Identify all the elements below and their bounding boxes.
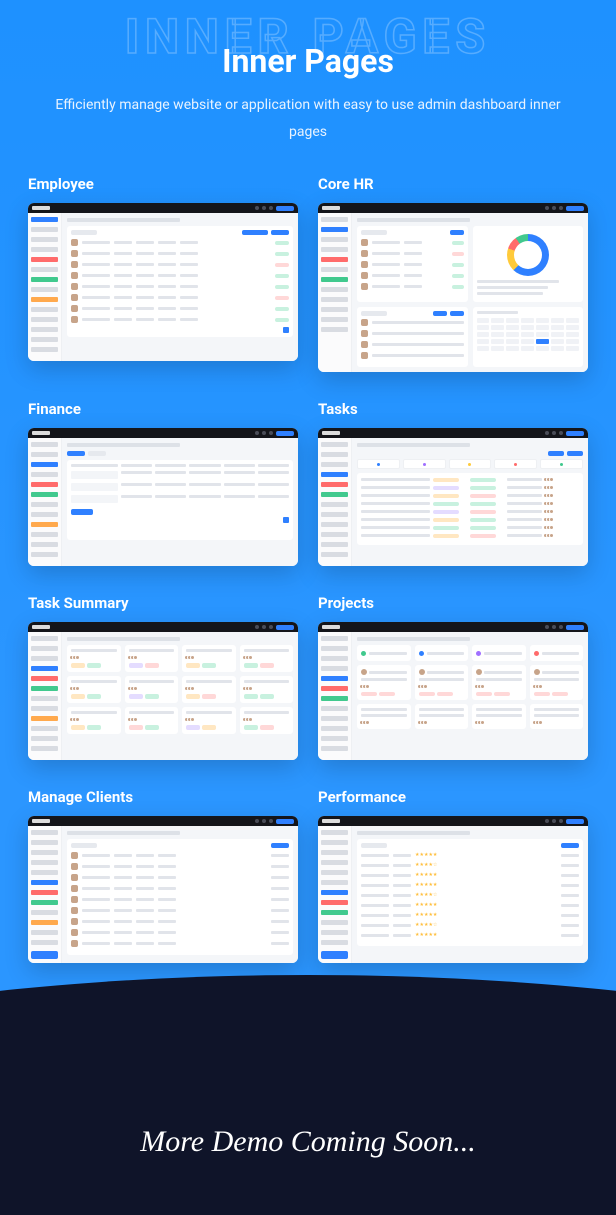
thumbnail-finance[interactable]: [28, 428, 298, 566]
footer-wave: [0, 975, 616, 1215]
section-label-corehr: Core HR: [318, 175, 588, 193]
thumbnail-tasks[interactable]: [318, 428, 588, 566]
section-label-projects: Projects: [318, 594, 588, 612]
thumbnail-tasksummary[interactable]: [28, 622, 298, 760]
thumbnail-projects[interactable]: [318, 622, 588, 760]
section-label-employee: Employee: [28, 175, 298, 193]
section-label-tasks: Tasks: [318, 400, 588, 418]
inner-pages-showcase: INNER PAGES Inner Pages Efficiently mana…: [0, 0, 616, 1215]
thumbnail-manageclients[interactable]: [28, 816, 298, 963]
page-subtitle: Efficiently manage website or applicatio…: [0, 80, 616, 145]
thumbnail-grid: Employee: [0, 145, 616, 963]
footer-text: More Demo Coming Soon...: [0, 1125, 616, 1159]
section-corehr: Core HR: [318, 175, 588, 372]
section-finance: Finance: [28, 400, 298, 566]
section-performance: Performance ★★★★★ ★★★: [318, 788, 588, 963]
section-label-tasksummary: Task Summary: [28, 594, 298, 612]
section-label-performance: Performance: [318, 788, 588, 806]
section-projects: Projects: [318, 594, 588, 760]
section-label-manageclients: Manage Clients: [28, 788, 298, 806]
section-tasks: Tasks: [318, 400, 588, 566]
section-tasksummary: Task Summary: [28, 594, 298, 760]
thumbnail-employee[interactable]: [28, 203, 298, 361]
thumbnail-corehr[interactable]: [318, 203, 588, 372]
section-employee: Employee: [28, 175, 298, 372]
page-title: Inner Pages: [0, 0, 616, 80]
section-label-finance: Finance: [28, 400, 298, 418]
thumbnail-performance[interactable]: ★★★★★ ★★★★☆ ★★★★★ ★★★★★ ★★★★☆ ★★★★★ ★★★★…: [318, 816, 588, 963]
section-manageclients: Manage Clients: [28, 788, 298, 963]
